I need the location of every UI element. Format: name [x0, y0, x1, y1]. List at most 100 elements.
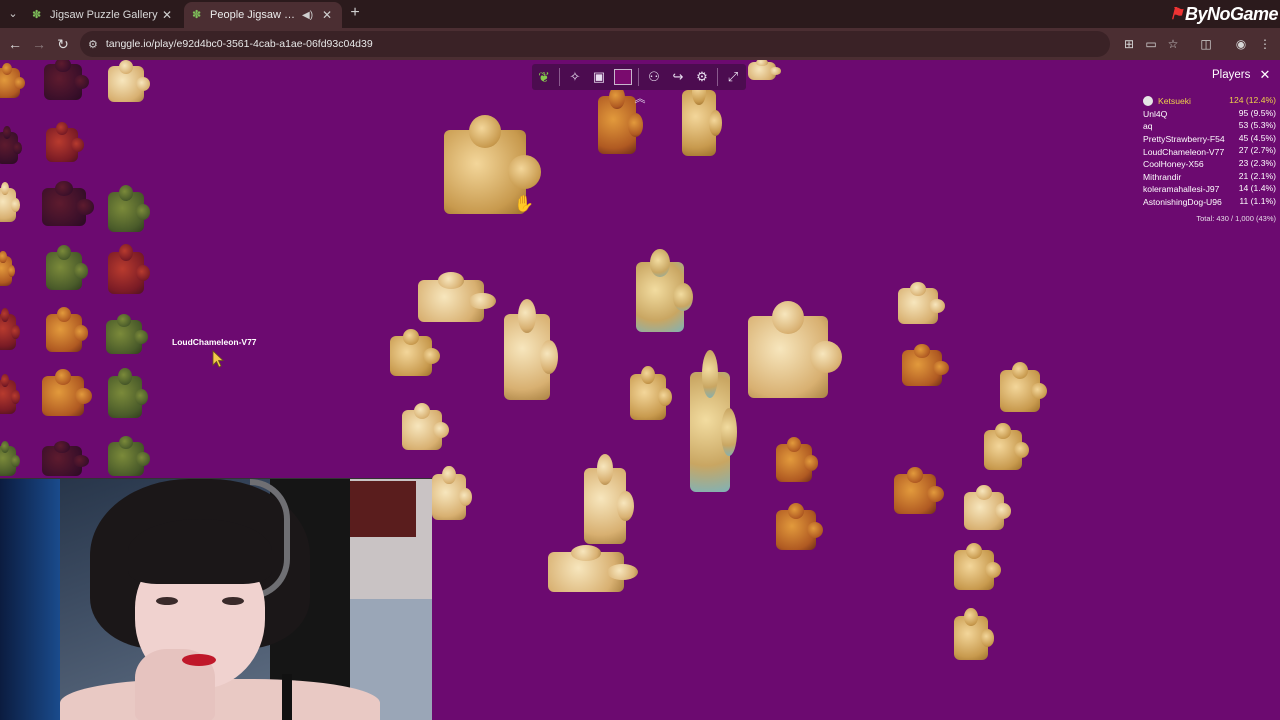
puzzle-piece[interactable]	[598, 85, 643, 154]
remote-cursor-label: LoudChameleon-V77	[172, 337, 257, 347]
players-panel-title: Players	[1212, 69, 1251, 81]
settings-icon[interactable]: ⚙	[690, 66, 714, 88]
puzzle-piece[interactable]	[46, 245, 89, 290]
fullscreen-icon[interactable]: ⤢	[721, 66, 745, 88]
puzzle-piece-group[interactable]	[748, 301, 843, 398]
puzzle-piece[interactable]	[42, 368, 92, 416]
leaf-favicon-icon: ✽	[32, 9, 42, 21]
puzzle-piece[interactable]	[106, 313, 149, 354]
browser-menu-icon[interactable]: ⋮	[1256, 35, 1274, 53]
puzzle-piece[interactable]	[1000, 362, 1048, 412]
puzzle-piece[interactable]	[0, 62, 25, 98]
player-score: 95 (9.5%)	[1238, 107, 1276, 118]
leaf-logo-icon[interactable]: ❦	[532, 66, 556, 88]
reload-icon[interactable]: ↻	[54, 35, 72, 53]
puzzle-piece[interactable]	[108, 60, 151, 102]
puzzle-piece[interactable]	[954, 542, 1002, 590]
collapse-toolbar-icon[interactable]: ︽	[632, 92, 648, 106]
puzzle-piece-group[interactable]	[504, 298, 559, 400]
puzzle-piece[interactable]	[0, 440, 20, 476]
puzzle-piece[interactable]	[108, 184, 151, 232]
puzzle-piece[interactable]	[964, 485, 1012, 530]
tab-people-jigsaw[interactable]: ✽ People Jigsaw Puzzle ◀) ✕	[184, 2, 342, 28]
led-light	[0, 479, 60, 720]
address-bar[interactable]: ⚙ tanggle.io/play/e92d4bc0-3561-4cab-a1a…	[80, 31, 1110, 57]
puzzle-piece[interactable]	[402, 402, 450, 450]
player-name: AstonishingDog-U96	[1143, 196, 1222, 209]
puzzle-piece-group[interactable]	[636, 249, 693, 332]
puzzle-piece[interactable]	[46, 307, 89, 352]
new-tab-button[interactable]: +	[346, 4, 364, 22]
puzzle-piece[interactable]	[0, 181, 20, 222]
speaker-icon[interactable]: ◀)	[302, 10, 316, 21]
pieces-icon[interactable]: ✧	[563, 66, 587, 88]
puzzle-piece[interactable]	[984, 422, 1029, 470]
share-icon[interactable]: ↪	[666, 66, 690, 88]
eye	[222, 597, 244, 605]
player-name-text: aq	[1143, 121, 1153, 132]
profile-avatar-icon[interactable]: ◉	[1232, 35, 1250, 53]
puzzle-piece[interactable]	[776, 502, 824, 550]
player-name-text: CoolHoney-X56	[1143, 159, 1204, 170]
webcam-overlay	[0, 478, 432, 720]
player-row: Ketsueki 124 (12.4%)	[1143, 95, 1276, 108]
close-icon[interactable]: ✕	[1258, 68, 1272, 82]
close-tab-icon[interactable]: ✕	[160, 8, 174, 22]
bookmark-star-icon[interactable]: ☆	[1164, 35, 1182, 53]
puzzle-piece[interactable]	[0, 373, 20, 414]
browser-tab-bar: ⌄ ✽ Jigsaw Puzzle Gallery ✕ ✽ People Jig…	[0, 0, 1280, 28]
translate-icon[interactable]: ⊞	[1120, 35, 1138, 53]
background-color-swatch[interactable]	[614, 69, 632, 85]
players-icon[interactable]: ⚇	[642, 66, 666, 88]
puzzle-piece[interactable]	[108, 435, 151, 476]
puzzle-piece[interactable]	[108, 368, 149, 418]
puzzle-piece-group[interactable]	[690, 350, 738, 492]
player-name: Ketsueki	[1143, 95, 1191, 108]
player-name-text: PrettyStrawberry-F54	[1143, 134, 1225, 145]
player-name: PrettyStrawberry-F54	[1143, 133, 1225, 146]
cast-icon[interactable]: ▭	[1142, 35, 1160, 53]
toolbar-divider	[559, 68, 560, 86]
puzzle-piece[interactable]	[108, 244, 151, 294]
url-text: tanggle.io/play/e92d4bc0-3561-4cab-a1ae-…	[105, 38, 373, 50]
forward-icon[interactable]: →	[30, 35, 48, 53]
puzzle-piece[interactable]	[432, 465, 473, 520]
puzzle-piece[interactable]	[776, 437, 819, 482]
tab-label: People Jigsaw Puzzle	[210, 9, 302, 21]
puzzle-piece[interactable]	[46, 121, 84, 162]
player-row: koleramahallesi-J97 14 (1.4%)	[1143, 183, 1276, 196]
puzzle-piece[interactable]	[630, 365, 673, 420]
puzzle-piece[interactable]	[894, 466, 944, 514]
puzzle-piece-group[interactable]	[548, 544, 638, 592]
player-name: Unl4Q	[1143, 108, 1167, 121]
puzzle-piece[interactable]	[902, 343, 950, 386]
puzzle-piece[interactable]	[44, 60, 89, 100]
puzzle-piece[interactable]	[898, 281, 946, 324]
puzzle-piece[interactable]	[954, 608, 995, 660]
leaf-favicon-icon: ✽	[192, 9, 202, 21]
player-row: aq 53 (5.3%)	[1143, 120, 1276, 133]
site-info-icon[interactable]: ⚙	[88, 38, 98, 51]
player-name-text: AstonishingDog-U96	[1143, 197, 1222, 208]
puzzle-piece[interactable]	[0, 307, 20, 350]
tab-search-icon[interactable]: ⌄	[4, 5, 22, 23]
puzzle-piece[interactable]	[748, 60, 782, 80]
player-row: AstonishingDog-U96 11 (1.1%)	[1143, 196, 1276, 209]
player-score: 21 (2.1%)	[1238, 170, 1276, 181]
puzzle-piece[interactable]	[42, 440, 90, 476]
tab-jigsaw-gallery[interactable]: ✽ Jigsaw Puzzle Gallery ✕	[24, 2, 182, 28]
puzzle-piece-group[interactable]	[584, 454, 634, 544]
puzzle-piece[interactable]	[682, 78, 723, 156]
puzzle-piece[interactable]	[0, 250, 16, 286]
puzzle-piece-group[interactable]	[418, 272, 496, 322]
player-row: Unl4Q 95 (9.5%)	[1143, 108, 1276, 121]
close-tab-icon[interactable]: ✕	[320, 8, 334, 22]
puzzle-piece[interactable]	[390, 328, 440, 376]
preview-image-icon[interactable]: ▣	[587, 66, 611, 88]
puzzle-piece[interactable]	[42, 181, 94, 226]
puzzle-piece[interactable]	[0, 126, 22, 164]
back-icon[interactable]: ←	[6, 35, 24, 53]
extensions-icon[interactable]: ◫	[1197, 35, 1215, 53]
player-row: LoudChameleon-V77 27 (2.7%)	[1143, 145, 1276, 158]
brand-text: ByNoGame	[1184, 3, 1279, 24]
